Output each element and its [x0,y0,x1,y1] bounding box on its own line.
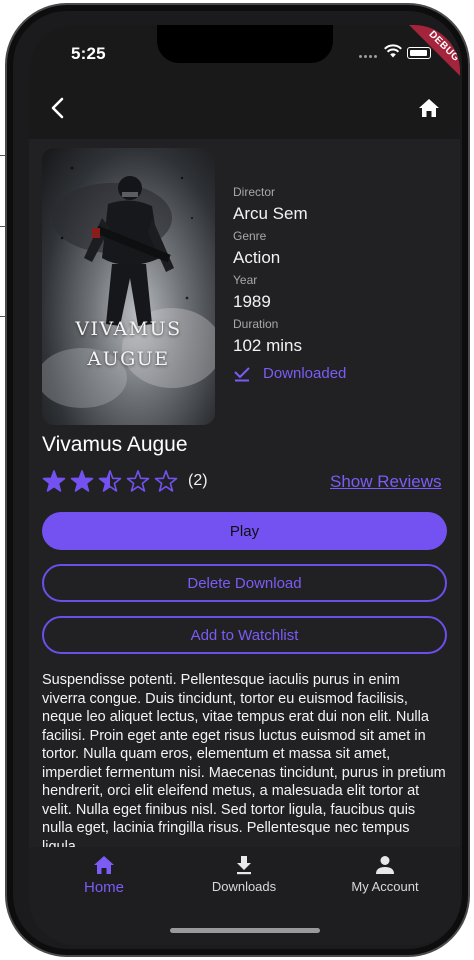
star-filled-icon [70,470,94,492]
home-indicator [170,928,320,933]
download-icon [237,856,251,875]
download-status-label: Downloaded [263,365,347,382]
star-filled-icon [42,470,66,492]
nav-item-home[interactable]: Home [49,855,159,896]
download-status: Downloaded [233,365,453,382]
home-button[interactable] [414,93,444,123]
download-done-icon [234,366,250,381]
soldier-figure-illustration [42,166,215,408]
duration-value: 102 mins [233,336,302,355]
director-label: Director [233,185,276,199]
home-icon [419,99,439,117]
poster-title-line1: VIVAMUS [75,318,182,340]
home-icon [94,856,114,874]
delete-download-button[interactable]: Delete Download [42,564,447,602]
chevron-left-icon [51,97,64,119]
star-rating: (2) [42,469,208,493]
movie-poster: VIVAMUS AUGUE [42,148,215,425]
nav-item-downloads[interactable]: Downloads [189,855,299,894]
nav-label-account: My Account [351,879,419,894]
show-reviews-link[interactable]: Show Reviews [330,472,442,492]
movie-description: Suspendisse potenti. Pellentesque iaculi… [42,672,446,847]
duration-label: Duration [233,317,279,331]
app-screen: 5:25 DEBUG VIVAMUS AUGUE Director Arcu S… [29,25,460,945]
star-empty-icon [154,470,178,492]
nav-label-downloads: Downloads [211,879,277,894]
rating-count: (2) [188,472,208,489]
rating-stars [42,470,178,492]
poster-title-line2: AUGUE [87,348,170,370]
back-button[interactable] [43,93,73,123]
nav-label-home: Home [83,879,124,896]
person-icon [376,856,394,874]
genre-label: Genre [233,229,267,243]
year-label: Year [233,273,258,287]
nav-item-account[interactable]: My Account [330,855,440,894]
wifi-icon [384,44,402,58]
director-value: Arcu Sem [233,204,308,223]
star-empty-icon [126,470,150,492]
movie-title: Vivamus Augue [42,433,188,456]
notch [157,25,333,63]
add-to-watchlist-button[interactable]: Add to Watchlist [42,616,447,654]
phone-frame: 5:25 DEBUG VIVAMUS AUGUE Director Arcu S… [5,3,470,957]
battery-icon [407,47,431,59]
status-time: 5:25 [71,44,106,63]
year-value: 1989 [233,292,271,311]
play-button[interactable]: Play [42,512,447,550]
genre-value: Action [233,248,281,267]
movie-meta: Director Arcu Sem Genre Action Year 1989… [233,185,453,382]
signal-icon [359,55,377,58]
